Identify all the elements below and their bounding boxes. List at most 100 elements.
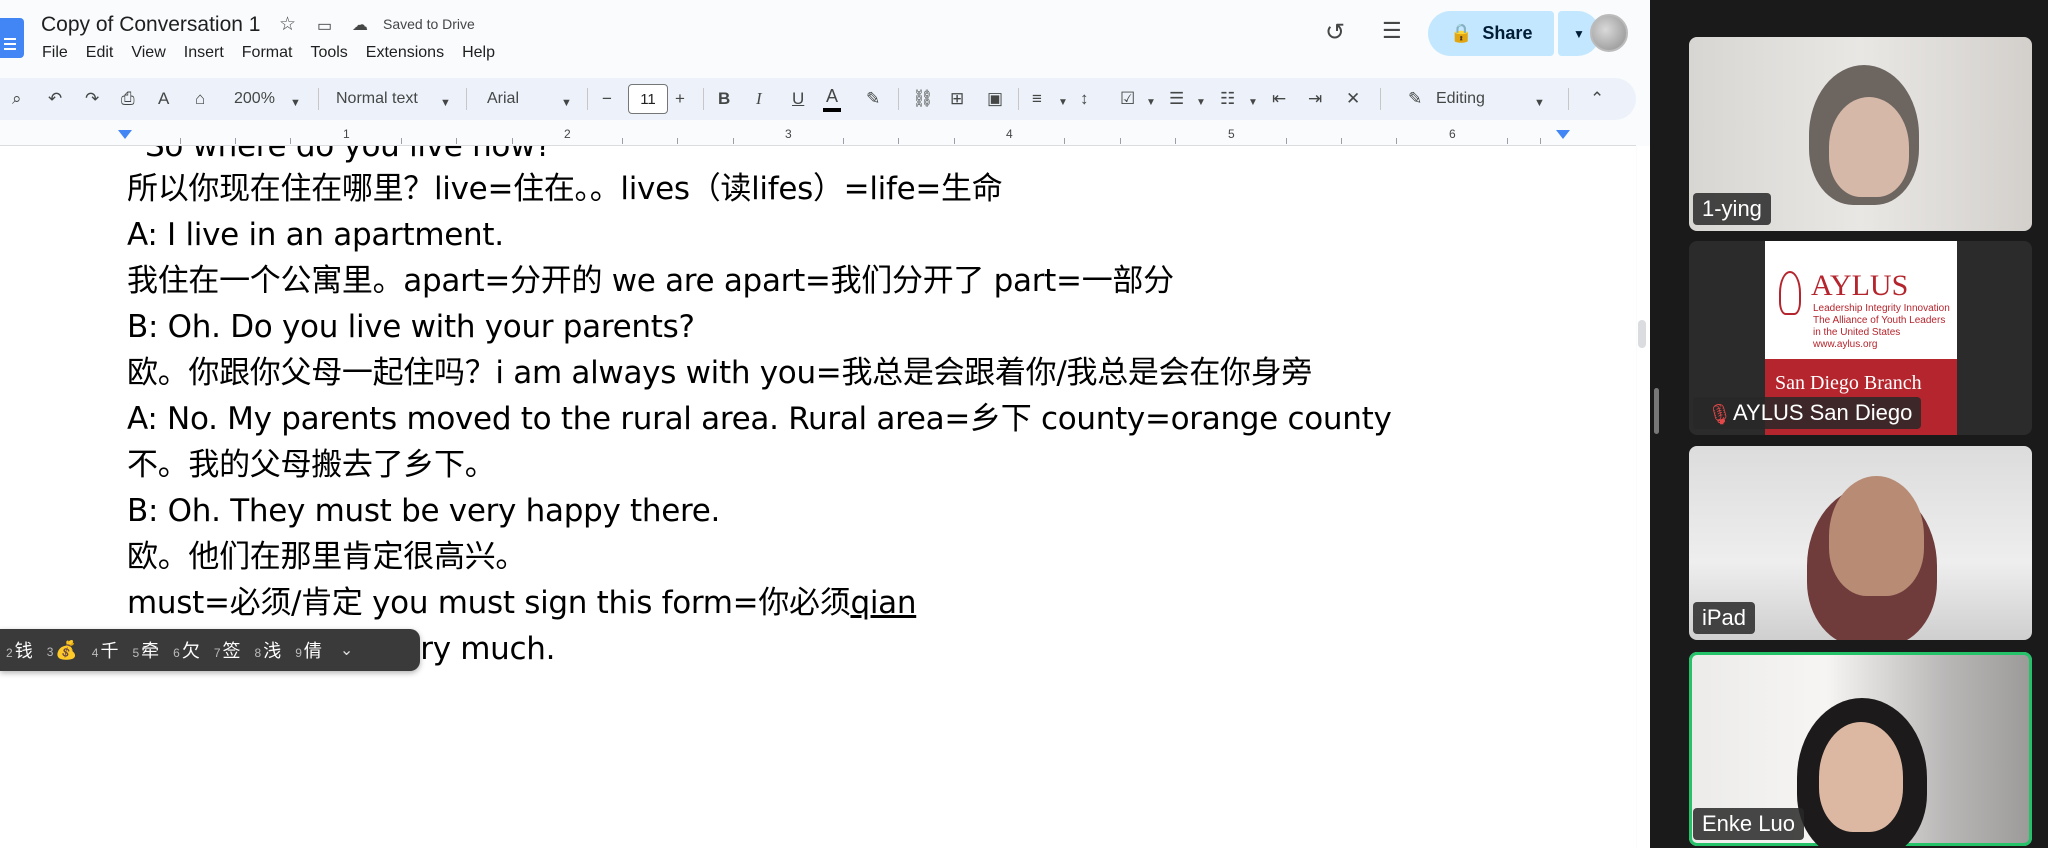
saved-status: Saved to Drive [383,16,475,32]
line-spacing-icon[interactable]: ↕ [1080,88,1089,110]
chevron-down-icon: ▼ [1573,26,1585,41]
clear-formatting-icon[interactable]: ✕ [1346,88,1360,110]
ime-candidate[interactable]: 7签 [214,637,241,663]
redo-icon[interactable]: ↷ [85,88,99,110]
print-icon[interactable]: ⎙ [121,88,135,110]
zoom-select[interactable]: 200% [234,88,275,110]
vertical-scrollbar[interactable] [1637,146,1650,848]
style-dropdown-icon[interactable]: ▼ [440,92,451,114]
doc-line: A: I live in an apartment. [127,217,504,253]
move-folder-icon[interactable]: ▭ [317,16,332,36]
collapse-menus-icon[interactable]: ⌃ [1590,88,1604,110]
account-avatar[interactable] [1590,14,1628,52]
decrease-indent-icon[interactable]: ⇤ [1272,88,1286,110]
version-history-icon[interactable]: ↺ [1325,18,1345,47]
align-dropdown-icon[interactable]: ▼ [1058,92,1068,114]
menu-view[interactable]: View [122,44,174,62]
ime-candidate[interactable]: 8浅 [255,637,282,663]
increase-font-size-icon[interactable]: + [675,88,685,110]
menu-tools[interactable]: Tools [301,44,356,62]
paint-format-icon[interactable]: ⌂ [195,88,205,110]
underline-icon[interactable]: U [792,88,804,110]
left-indent-marker[interactable] [118,130,132,139]
italic-icon[interactable]: I [756,88,762,110]
scrollbar-thumb[interactable] [1638,320,1646,348]
doc-line-text: must=必须/肯定 you must sign this form=你必须 [127,585,851,621]
ruler-number: 4 [1006,127,1013,141]
participant-tile[interactable]: iPad [1689,446,2032,640]
ime-candidate[interactable]: 9倩 [295,637,322,663]
docs-logo-icon[interactable] [0,18,24,58]
ime-candidate[interactable]: 2钱 [6,637,33,663]
participant-tile-active-speaker[interactable]: Enke Luo [1689,652,2032,846]
participant-tile[interactable]: AYLUS Leadership Integrity Innovation Th… [1689,241,2032,435]
font-size-input[interactable]: 11 [628,84,668,114]
doc-line-composing: must=必须/肯定 you must sign this form=你必须qi… [127,584,917,622]
participant-tile[interactable]: 1-ying [1689,37,2032,231]
menu-edit[interactable]: Edit [77,44,123,62]
doc-line: B: Oh. They must be very happy there. [127,493,721,529]
ruler-number: 2 [564,127,571,141]
google-docs-window: Copy of Conversation 1 ☆ ▭ ☁ Saved to Dr… [0,0,1650,848]
menu-extensions[interactable]: Extensions [357,44,453,62]
increase-indent-icon[interactable]: ⇥ [1308,88,1322,110]
insert-image-icon[interactable]: ▣ [987,88,1003,110]
participant-name: 1-ying [1693,193,1771,225]
highlight-color-icon[interactable]: ✎ [866,88,880,110]
ime-candidate[interactable]: 4千 [92,637,119,663]
share-button[interactable]: 🔒 Share [1428,11,1554,56]
decrease-font-size-icon[interactable]: − [602,88,612,110]
ruler-number: 3 [785,127,792,141]
doc-line: 欧。他们在那里肯定很高兴。 [127,539,527,575]
horizontal-ruler[interactable]: 1 2 3 4 5 6 [0,126,1636,146]
spellcheck-icon[interactable]: A [158,88,169,110]
doc-line: B: Oh. Do you live with your parents? [127,309,695,345]
numbered-list-icon[interactable]: ☷ [1220,88,1235,110]
numbered-dropdown-icon[interactable]: ▼ [1248,92,1258,114]
lightbulb-icon [1779,271,1801,315]
doc-line: A: No. My parents moved to the rural are… [127,401,1392,437]
ime-composition-text: qian [850,585,917,621]
insert-link-icon[interactable]: ⛓ [912,88,934,110]
doc-line: 我住在一个公寓里。apart=分开的 we are apart=我们分开了 pa… [127,263,1174,299]
menu-insert[interactable]: Insert [175,44,233,62]
zoom-dropdown-icon[interactable]: ▼ [290,92,301,114]
search-menus-icon[interactable]: ⌕ [12,88,22,110]
add-comment-icon[interactable]: ⊞ [950,88,964,110]
lock-icon: 🔒 [1450,23,1473,43]
aylus-card-branch: San Diego Branch [1775,372,1922,394]
checklist-icon[interactable]: ☑ [1120,88,1135,110]
mode-dropdown-icon[interactable]: ▼ [1534,92,1545,114]
ime-candidate[interactable]: 3 💰 [47,640,78,661]
menu-file[interactable]: File [33,44,77,62]
align-icon[interactable]: ≡ [1032,88,1042,110]
right-indent-marker[interactable] [1556,130,1570,139]
font-family-select[interactable]: Arial [487,88,519,110]
menu-format[interactable]: Format [233,44,302,62]
document-title[interactable]: Copy of Conversation 1 [41,13,260,37]
comments-icon[interactable]: ☰ [1382,18,1402,44]
ruler-number: 5 [1228,127,1235,141]
checklist-dropdown-icon[interactable]: ▼ [1146,92,1156,114]
participant-face [1829,97,1909,197]
star-icon[interactable]: ☆ [279,13,296,36]
text-color-icon[interactable]: A [822,86,842,112]
ime-expand-icon[interactable]: ⌄ [340,640,353,660]
ime-candidate[interactable]: 6欠 [173,637,200,663]
ruler-number: 6 [1449,127,1456,141]
cloud-saved-icon: ☁ [352,17,368,34]
panel-resize-handle[interactable] [1654,388,1659,434]
font-dropdown-icon[interactable]: ▼ [561,92,572,114]
participant-name: iPad [1693,602,1756,634]
formatting-toolbar: ⌕ ↶ ↷ ⎙ A ⌂ 200% ▼ Normal text ▼ Arial ▼… [0,78,1636,120]
doc-line: 欧。你跟你父母一起住吗？i am always with you=我总是会跟着你… [127,355,1313,391]
ime-candidate[interactable]: 5牵 [132,637,159,663]
editing-mode-select[interactable]: Editing [1436,88,1485,110]
bold-icon[interactable]: B [718,88,730,110]
bulleted-list-icon[interactable]: ☰ [1169,88,1184,110]
undo-icon[interactable]: ↶ [48,88,62,110]
paragraph-style-select[interactable]: Normal text [336,88,418,110]
bullet-dropdown-icon[interactable]: ▼ [1196,92,1206,114]
document-page[interactable]: So where do you live now? 所以你现在住在哪里？live… [0,146,1636,848]
menu-help[interactable]: Help [453,44,504,62]
